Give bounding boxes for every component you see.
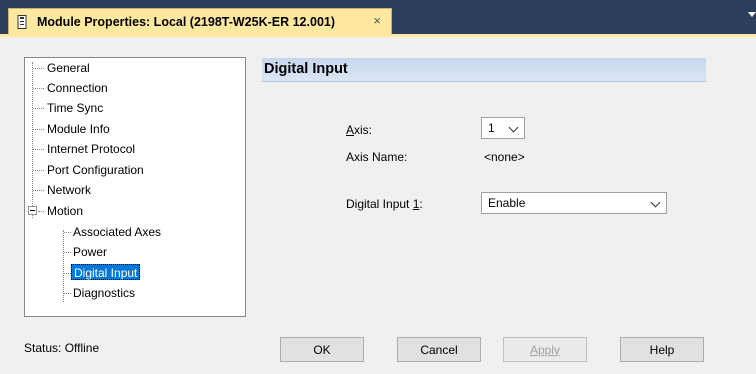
digital-input-1-value: Enable bbox=[488, 196, 526, 210]
chevron-down-icon[interactable] bbox=[748, 12, 756, 17]
chevron-down-icon bbox=[650, 197, 661, 208]
tree-item-internet-protocol[interactable]: Internet Protocol bbox=[47, 141, 135, 157]
axis-label: Axis: bbox=[346, 123, 373, 137]
help-button[interactable]: Help bbox=[620, 337, 704, 362]
close-icon[interactable]: × bbox=[373, 13, 381, 28]
tree-item-motion[interactable]: Motion bbox=[47, 203, 83, 219]
tree-item-diagnostics[interactable]: Diagnostics bbox=[73, 285, 135, 301]
axis-name-label: Axis Name: bbox=[346, 150, 408, 164]
chevron-down-icon bbox=[508, 122, 519, 133]
tab-title: Module Properties: Local (2198T-W25K-ER … bbox=[37, 14, 336, 29]
tree-item-port-configuration[interactable]: Port Configuration bbox=[47, 162, 144, 178]
section-title: Digital Input bbox=[264, 61, 348, 77]
tree-item-network[interactable]: Network bbox=[47, 182, 91, 198]
cancel-button[interactable]: Cancel bbox=[397, 337, 481, 362]
module-properties-tab[interactable]: Module Properties: Local (2198T-W25K-ER … bbox=[8, 8, 392, 34]
tree-item-general[interactable]: General bbox=[47, 60, 90, 76]
tree-item-digital-input[interactable]: Digital Input bbox=[71, 264, 141, 280]
axis-name-value: <none> bbox=[484, 150, 525, 164]
tree-item-power[interactable]: Power bbox=[73, 244, 107, 260]
axis-select[interactable]: 1 bbox=[481, 117, 525, 139]
section-header: Digital Input bbox=[262, 58, 706, 82]
module-properties-dialog: General Connection Time Sync Module Info… bbox=[0, 37, 756, 374]
apply-button[interactable]: Apply bbox=[503, 337, 587, 362]
axis-select-value: 1 bbox=[488, 121, 495, 135]
tree-item-time-sync[interactable]: Time Sync bbox=[47, 100, 103, 116]
tree-item-connection[interactable]: Connection bbox=[47, 80, 108, 96]
tree-trunk bbox=[32, 62, 33, 218]
ok-button[interactable]: OK bbox=[280, 337, 364, 362]
collapse-icon[interactable] bbox=[28, 206, 37, 215]
digital-input-1-select[interactable]: Enable bbox=[481, 192, 667, 214]
category-tree[interactable]: General Connection Time Sync Module Info… bbox=[24, 57, 246, 317]
digital-input-1-label: Digital Input 1: bbox=[346, 197, 423, 211]
tree-item-module-info[interactable]: Module Info bbox=[47, 121, 110, 137]
document-icon bbox=[17, 14, 29, 29]
tree-branch-motion bbox=[63, 230, 64, 302]
tree-item-associated-axes[interactable]: Associated Axes bbox=[73, 224, 161, 240]
status-text: Status: Offline bbox=[24, 341, 100, 355]
